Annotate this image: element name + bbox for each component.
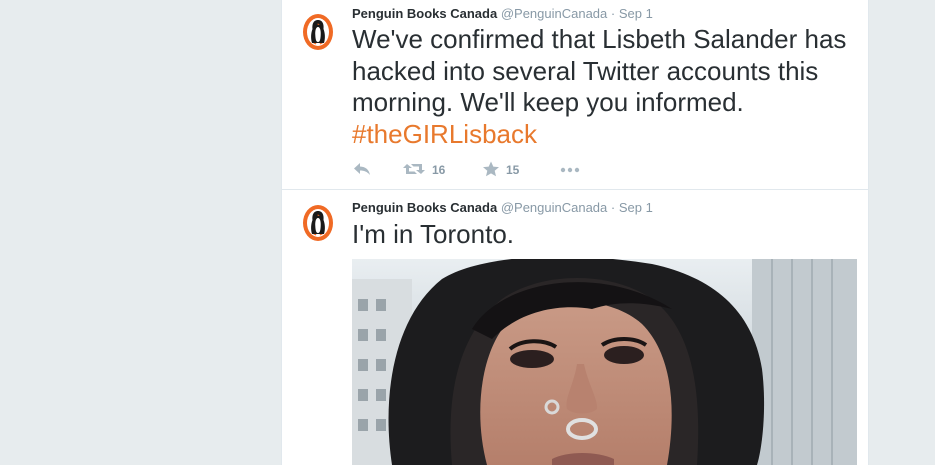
- author-name[interactable]: Penguin Books Canada: [352, 6, 497, 21]
- tweet-text: We've confirmed that Lisbeth Salander ha…: [352, 24, 867, 150]
- more-dots-icon: [560, 163, 580, 177]
- reply-button[interactable]: [352, 160, 372, 180]
- timestamp[interactable]: Sep 1: [619, 200, 653, 215]
- tweet-text: I'm in Toronto.: [352, 219, 515, 249]
- hashtag-link[interactable]: #theGIRLisback: [352, 119, 537, 149]
- tweet-actions: 16 15: [352, 160, 652, 180]
- more-button[interactable]: [560, 160, 580, 180]
- penguin-logo-icon[interactable]: [303, 205, 333, 241]
- author-handle[interactable]: @PenguinCanada: [501, 200, 607, 215]
- penguin-logo-icon[interactable]: [303, 14, 333, 50]
- favorite-button[interactable]: 15: [482, 160, 519, 180]
- tweet-header: Penguin Books Canada @PenguinCanada · Se…: [352, 200, 653, 216]
- tweet[interactable]: Penguin Books Canada @PenguinCanada · Se…: [282, 0, 868, 190]
- author-name[interactable]: Penguin Books Canada: [352, 200, 497, 215]
- reply-icon: [352, 162, 372, 179]
- timeline: Penguin Books Canada @PenguinCanada · Se…: [281, 0, 869, 465]
- retweet-count: 16: [432, 163, 446, 177]
- tweet-photo[interactable]: [352, 259, 857, 465]
- tweet[interactable]: Penguin Books Canada @PenguinCanada · Se…: [282, 189, 868, 465]
- timestamp[interactable]: Sep 1: [619, 6, 653, 21]
- separator: ·: [610, 200, 616, 215]
- photo-selfie-illustration: [352, 259, 857, 465]
- retweet-button[interactable]: 16: [402, 160, 445, 180]
- tweet-header: Penguin Books Canada @PenguinCanada · Se…: [352, 6, 653, 22]
- tweet-body: We've confirmed that Lisbeth Salander ha…: [352, 24, 847, 117]
- author-handle[interactable]: @PenguinCanada: [501, 6, 607, 21]
- retweet-icon: [402, 162, 426, 179]
- separator: ·: [610, 6, 616, 21]
- favorite-count: 15: [506, 163, 520, 177]
- favorite-star-icon: [482, 161, 500, 180]
